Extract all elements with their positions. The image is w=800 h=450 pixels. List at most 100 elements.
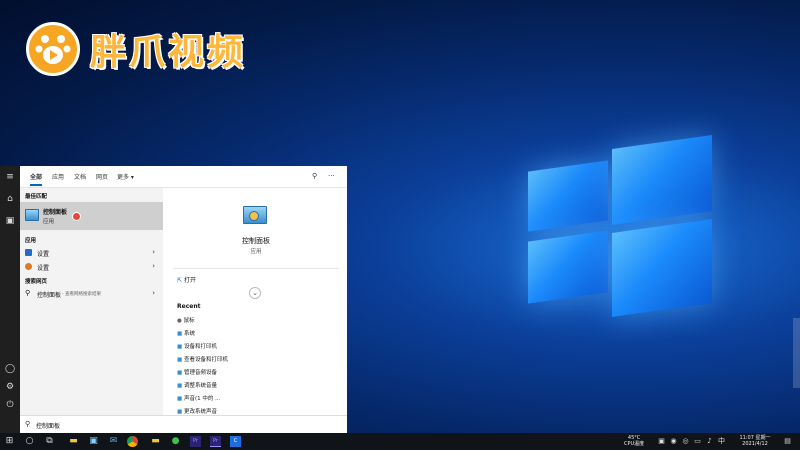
tray-app-icon[interactable]: ◉: [668, 436, 679, 447]
start-rail: ≡ ⌂ ▣ ◯ ⚙ ⏻: [0, 166, 20, 433]
recent-header: Recent: [177, 303, 201, 310]
premiere-pro-active-icon[interactable]: Pr: [210, 436, 221, 447]
detail-title: 控制面板: [242, 237, 270, 245]
volume-icon: ■: [177, 383, 184, 389]
documents-icon[interactable]: ▣: [5, 216, 15, 226]
open-icon: ⇱: [177, 277, 184, 284]
web-search-header: 搜索网页: [25, 279, 48, 285]
open-label: 打开: [183, 277, 196, 284]
paw-logo-icon: [26, 22, 80, 76]
web-result-title: 控制面板: [37, 292, 62, 299]
recent-item-label: 声音(1 中的 ...: [183, 396, 221, 402]
detail-pane: 控制面板 应用 ⇱ 打开 ⌄ Recent ● 鼠标 ■ 系统 ■ 设备和打印机…: [165, 188, 347, 415]
control-panel-icon: [25, 209, 39, 221]
best-match-subtitle: 应用: [43, 219, 55, 225]
expand-chevron-icon[interactable]: ⌄: [249, 287, 261, 299]
recent-item-label: 查看设备和打印机: [183, 357, 228, 363]
recent-item[interactable]: ■ 调整系统音量: [177, 381, 217, 389]
best-match-header: 最佳匹配: [25, 194, 48, 200]
web-result-subtitle: - 查看网络搜索结果: [62, 292, 102, 297]
clock[interactable]: 11:07 星期一 2021/4/12: [733, 435, 777, 447]
search-box[interactable]: ⚲ 控制面板: [20, 415, 347, 433]
recent-item-label: 系统: [183, 331, 195, 337]
control-panel-large-icon: [243, 206, 267, 224]
chevron-right-icon[interactable]: ›: [152, 289, 155, 297]
sound-icon: ■: [177, 396, 184, 402]
chevron-right-icon[interactable]: ›: [152, 248, 155, 256]
home-icon[interactable]: ⌂: [5, 194, 15, 204]
input-method-icon[interactable]: 中: [716, 436, 727, 447]
wechat-icon[interactable]: ●: [170, 436, 181, 447]
chevron-right-icon[interactable]: ›: [152, 262, 155, 270]
search-window: 全部 应用 文档 网页 更多 ▾ ⚲ ··· 最佳匹配 控制面板 应用 应用 设…: [20, 166, 347, 433]
windows-start-icon[interactable]: ⊞: [4, 436, 15, 447]
tab-more[interactable]: 更多 ▾: [117, 172, 134, 181]
best-match-title: 控制面板: [43, 209, 68, 216]
recent-item[interactable]: ■ 声音(1 中的 ...: [177, 394, 220, 402]
divider: [173, 268, 339, 269]
power-icon[interactable]: ⏻: [5, 400, 15, 410]
printer-icon: ■: [177, 357, 184, 363]
apps-header: 应用: [25, 238, 37, 244]
detail-subtitle: 应用: [250, 249, 262, 255]
tab-apps[interactable]: 应用: [52, 172, 64, 181]
recent-item-label: 鼠标: [183, 318, 195, 324]
file-explorer-icon[interactable]: ▬: [68, 436, 79, 447]
tab-all[interactable]: 全部: [30, 172, 43, 186]
chrome-icon[interactable]: [127, 436, 138, 447]
recent-item-label: 调整系统音量: [183, 383, 217, 389]
recent-item[interactable]: ● 鼠标: [177, 316, 195, 324]
pin-icon[interactable]: ⚲: [312, 172, 317, 180]
tab-documents[interactable]: 文档: [74, 172, 86, 181]
cursor-indicator-icon: [72, 212, 81, 221]
tab-web[interactable]: 网页: [96, 172, 108, 181]
app-result-label: 设置: [37, 251, 50, 258]
desktop-edge-panel: [793, 318, 800, 388]
settings-gear-icon[interactable]: ⚙: [5, 382, 15, 392]
web-search-result[interactable]: ⚲ 控制面板 - 查看网络搜索结果 ›: [20, 287, 163, 300]
cpu-temp-label: CPU温度: [624, 441, 645, 447]
folder-icon[interactable]: ▬: [150, 436, 161, 447]
search-icon: ⚲: [25, 289, 31, 297]
taskbar: ⊞ ○ ⧉ ▬ ▣ ✉ ▬ ● Pr Pr C 45°C CPU温度 ▣ ◉ ◎…: [0, 433, 800, 450]
store-icon[interactable]: ▣: [88, 436, 99, 447]
recent-item[interactable]: ■ 管理音频设备: [177, 368, 217, 376]
recent-item[interactable]: ■ 设备和打印机: [177, 342, 217, 350]
settings-app-icon: [25, 249, 32, 256]
more-options-icon[interactable]: ···: [328, 172, 335, 180]
premiere-pro-icon[interactable]: Pr: [190, 436, 201, 447]
desktop-windows-logo: [520, 134, 720, 340]
app-result-settings-2[interactable]: 设置 ›: [20, 260, 163, 273]
brand-name: 胖爪视频: [90, 32, 247, 73]
recent-item-label: 设备和打印机: [183, 344, 217, 350]
network-icon[interactable]: ▭: [692, 436, 703, 447]
search-icon: ⚲: [25, 420, 31, 428]
open-action[interactable]: ⇱ 打开: [177, 275, 196, 284]
clock-date: 2021/4/12: [742, 441, 768, 447]
brand-watermark: 胖爪视频: [26, 22, 246, 76]
recent-item-label: 管理音频设备: [183, 370, 217, 376]
results-list: 最佳匹配 控制面板 应用 应用 设置 › 设置 › 搜索网页 ⚲ 控制面板 - …: [20, 188, 163, 415]
volume-icon[interactable]: ♪: [704, 436, 715, 447]
app-result-label: 设置: [37, 265, 50, 272]
search-tabs: 全部 应用 文档 网页 更多 ▾ ⚲ ···: [20, 166, 347, 188]
user-icon[interactable]: ◯: [5, 364, 15, 374]
mail-icon[interactable]: ✉: [108, 436, 119, 447]
capture-app-icon[interactable]: C: [230, 436, 241, 447]
search-input[interactable]: 控制面板: [36, 421, 60, 430]
app-result-settings-1[interactable]: 设置 ›: [20, 246, 163, 259]
best-match-item[interactable]: 控制面板 应用: [20, 202, 163, 230]
task-view-icon[interactable]: ⧉: [44, 436, 55, 447]
recent-item[interactable]: ■ 查看设备和打印机: [177, 355, 228, 363]
hamburger-menu-icon[interactable]: ≡: [5, 172, 15, 182]
printer-icon: ■: [177, 344, 184, 350]
notifications-icon[interactable]: ▤: [782, 436, 793, 447]
recent-item[interactable]: ■ 更改系统声音: [177, 407, 217, 415]
search-circle-icon[interactable]: ○: [24, 436, 35, 447]
tray-app-icon[interactable]: ▣: [656, 436, 667, 447]
recent-item[interactable]: ■ 系统: [177, 329, 195, 337]
audio-device-icon: ■: [177, 370, 184, 376]
tray-app-icon[interactable]: ◎: [680, 436, 691, 447]
settings-app-icon: [25, 263, 32, 270]
cpu-temp-widget[interactable]: 45°C CPU温度: [624, 435, 644, 447]
